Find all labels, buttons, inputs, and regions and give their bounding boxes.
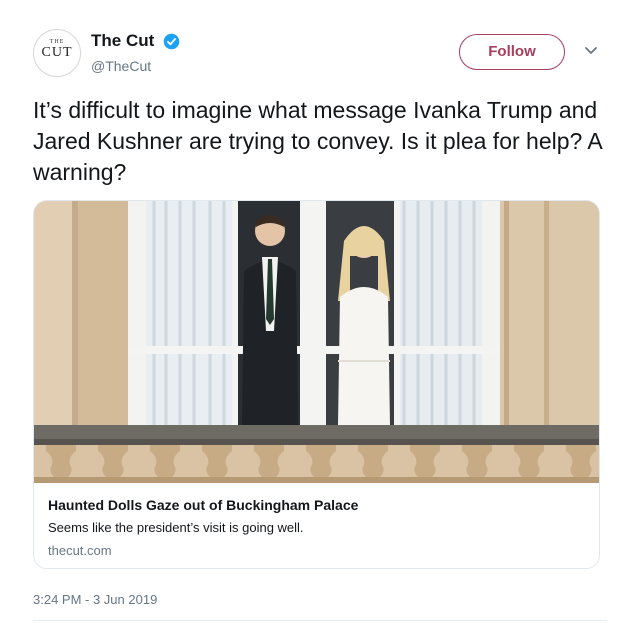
card-image: [34, 201, 599, 483]
link-card[interactable]: Haunted Dolls Gaze out of Buckingham Pal…: [33, 200, 600, 569]
account-name[interactable]: The Cut: [91, 31, 154, 51]
chevron-down-icon[interactable]: [585, 47, 597, 55]
avatar[interactable]: THE CUT: [33, 29, 81, 77]
card-description: Seems like the president’s visit is goin…: [48, 520, 304, 535]
card-title[interactable]: Haunted Dolls Gaze out of Buckingham Pal…: [48, 497, 358, 513]
tweet-timestamp[interactable]: 3:24 PM - 3 Jun 2019: [33, 592, 157, 607]
card-domain[interactable]: thecut.com: [48, 543, 112, 558]
tweet-text: It’s difficult to imagine what message I…: [33, 97, 602, 185]
follow-button[interactable]: Follow: [459, 34, 565, 70]
account-handle[interactable]: @TheCut: [91, 58, 151, 74]
avatar-logo-text: CUT: [41, 45, 73, 60]
verified-badge-icon: [163, 33, 180, 50]
divider: [33, 620, 607, 621]
